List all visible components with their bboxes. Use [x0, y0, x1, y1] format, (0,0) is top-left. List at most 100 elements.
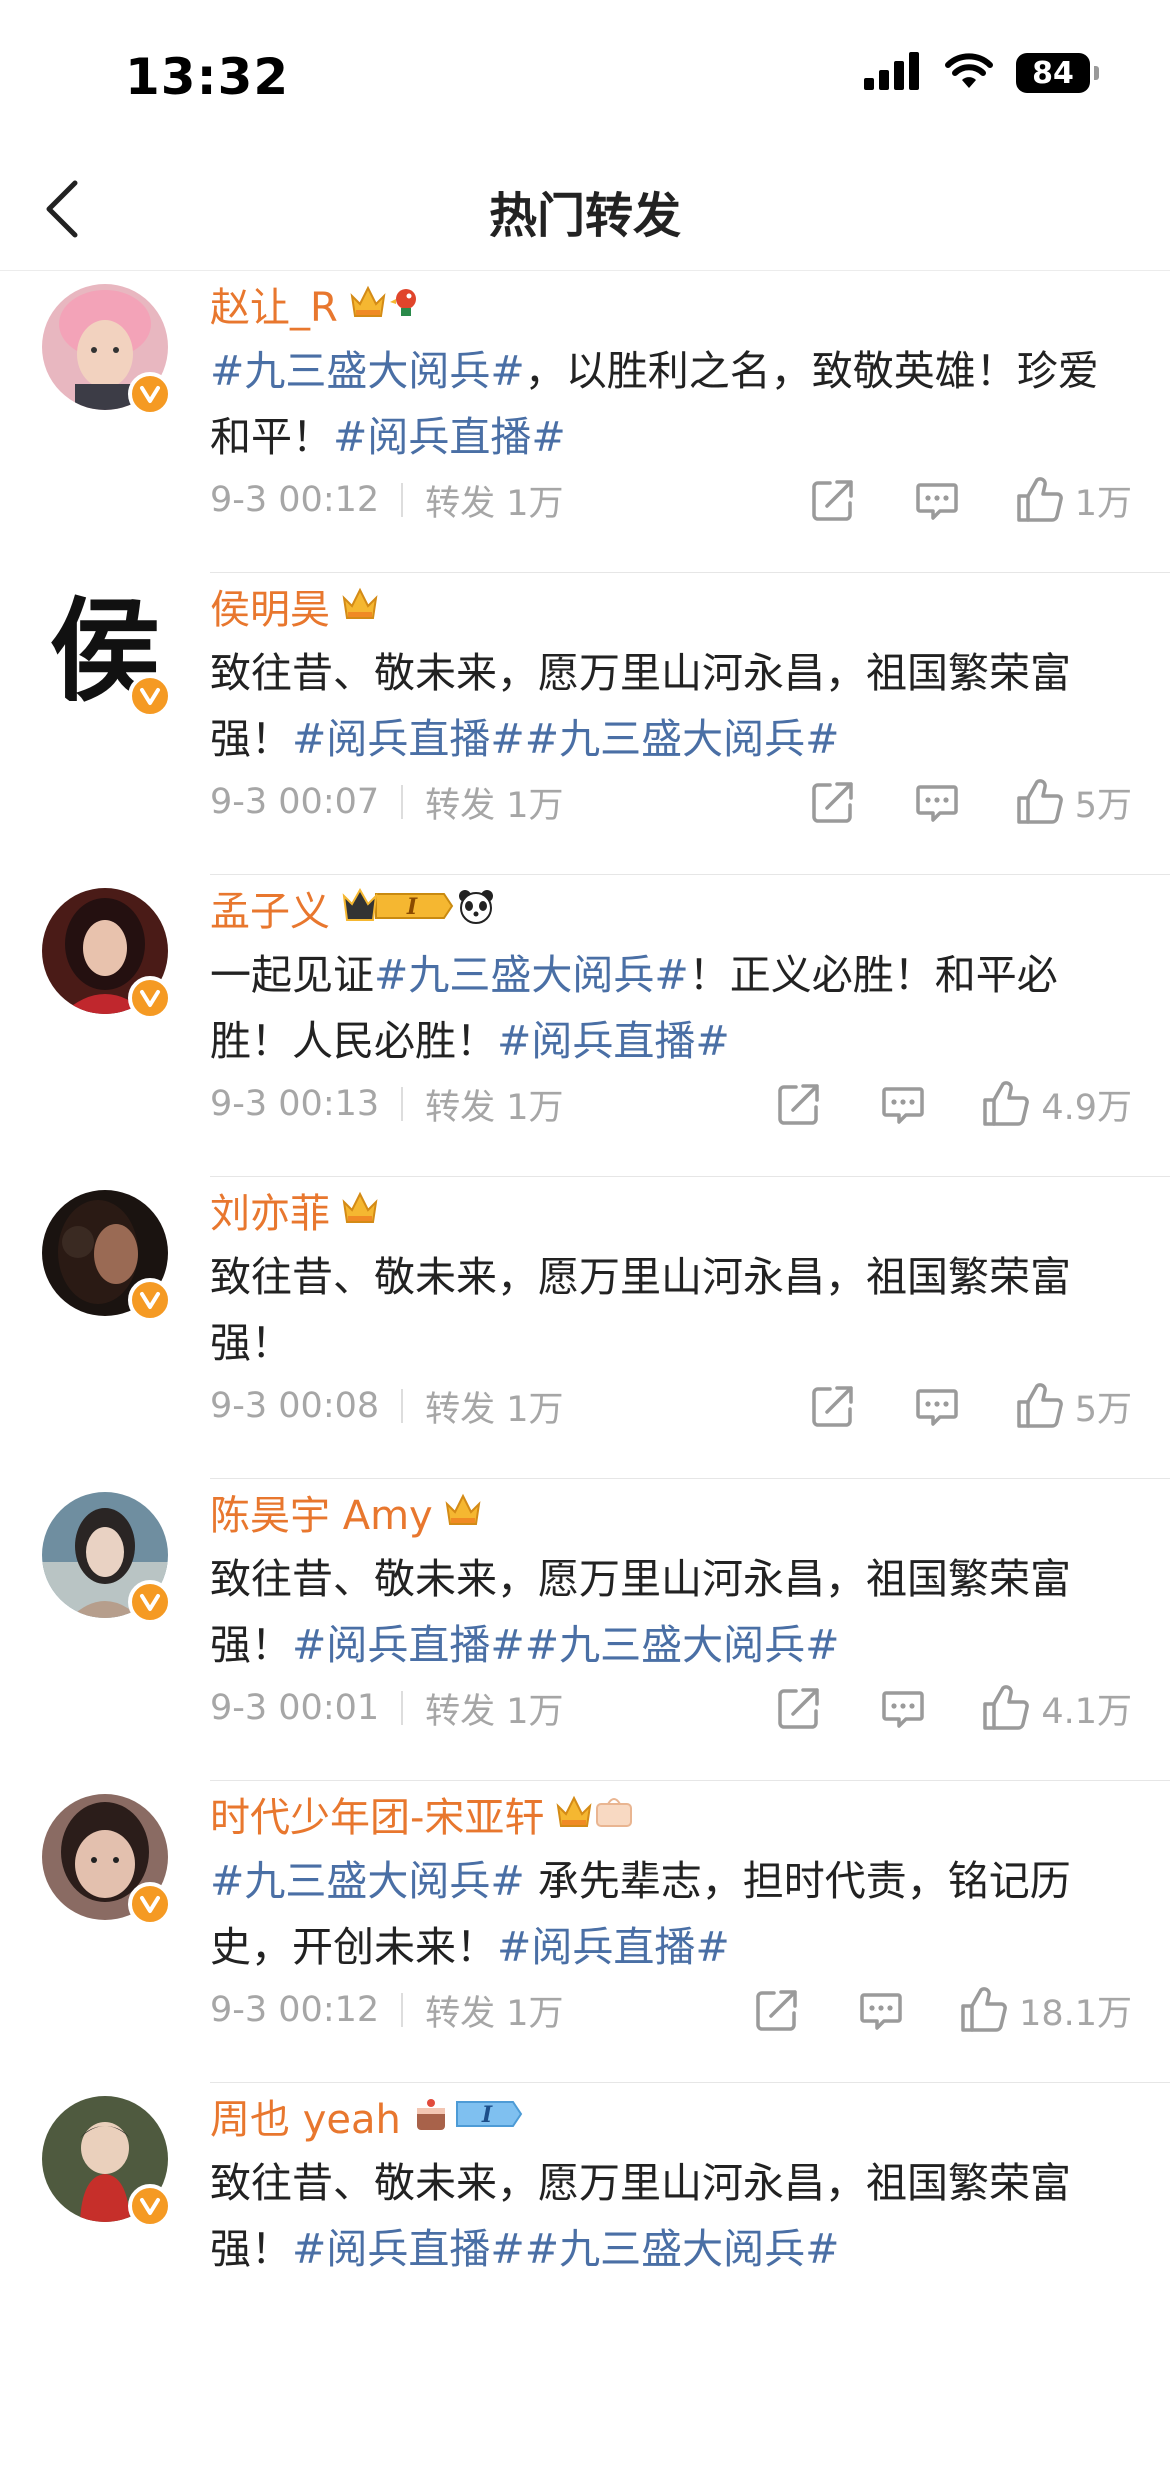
- hashtag-link[interactable]: #阅兵直播#: [497, 1923, 730, 1971]
- hashtag-link[interactable]: #阅兵直播#: [292, 2225, 525, 2273]
- hashtag-link[interactable]: #阅兵直播#: [497, 1017, 730, 1065]
- share-icon: [811, 480, 853, 521]
- status-time: 13:32: [125, 48, 290, 106]
- username[interactable]: 侯明昊: [210, 577, 330, 635]
- like-button[interactable]: 5万: [1015, 1381, 1132, 1432]
- username[interactable]: 时代少年团-宋亚轩: [210, 1785, 544, 1843]
- thumbs-up-icon: [983, 1081, 1030, 1126]
- share-button[interactable]: [751, 1984, 803, 2036]
- repost-item[interactable]: 陈昊宇 Amy 致往昔、敬未来，愿万里山河永昌，祖国繁荣富强！#阅兵直播##九三…: [0, 1478, 1170, 1780]
- comment-button[interactable]: [855, 1984, 907, 2036]
- repost-text: 致往昔、敬未来，愿万里山河永昌，祖国繁荣富强！#阅兵直播##九三盛大阅兵#: [210, 1546, 1132, 1678]
- post-actions: 18.1万: [751, 1984, 1132, 2036]
- meta-row: 9-3 00:12 转发 1万: [210, 1980, 1132, 2040]
- username[interactable]: 刘亦菲: [210, 1181, 330, 1239]
- comment-button[interactable]: [877, 1682, 929, 1734]
- verified-badge-icon: [128, 2184, 172, 2228]
- repost-item[interactable]: 赵让_R #九三盛大阅兵#，以胜利之名，致敬英雄！珍爱和平！#阅兵直播# 9-3…: [0, 270, 1170, 572]
- meta-row: 9-3 00:08 转发 1万 5万: [210, 1376, 1132, 1436]
- hashtag-link[interactable]: #阅兵直播#: [292, 1621, 525, 1669]
- nav-bar: 热门转发: [0, 150, 1170, 271]
- share-icon: [811, 1386, 853, 1427]
- share-button[interactable]: [807, 474, 859, 526]
- hashtag-link[interactable]: #九三盛大阅兵#: [525, 715, 840, 763]
- name-row: 孟子义 I: [210, 874, 1132, 940]
- repost-count: 转发 1万: [425, 1691, 564, 1732]
- comment-button[interactable]: [911, 1380, 963, 1432]
- like-button[interactable]: 5万: [1015, 777, 1132, 828]
- repost-item[interactable]: 周也 yeah I 致往昔、敬未来，愿万里山河永昌，祖国繁荣富强！#阅兵直播##…: [0, 2082, 1170, 2482]
- user-badges: [340, 1190, 380, 1230]
- text-segment: 一起见证: [210, 951, 374, 999]
- page-title: 热门转发: [488, 188, 681, 244]
- repost-text: 致往昔、敬未来，愿万里山河永昌，祖国繁荣富强！: [210, 1244, 1132, 1376]
- crown-icon: [443, 1492, 483, 1528]
- like-button[interactable]: 1万: [1015, 475, 1132, 526]
- thumbs-up-icon: [1016, 477, 1063, 522]
- repost-text: #九三盛大阅兵#，以胜利之名，致敬英雄！珍爱和平！#阅兵直播#: [210, 338, 1132, 470]
- like-button[interactable]: 4.9万: [981, 1079, 1132, 1130]
- hashtag-link[interactable]: #阅兵直播#: [333, 413, 566, 461]
- repost-item[interactable]: 刘亦菲 致往昔、敬未来，愿万里山河永昌，祖国繁荣富强！ 9-3 00:08 转发…: [0, 1176, 1170, 1478]
- post-actions: 5万: [807, 1380, 1132, 1432]
- repost-count: 转发 1万: [425, 1389, 564, 1430]
- comment-button[interactable]: [911, 776, 963, 828]
- username[interactable]: 陈昊宇 Amy: [210, 1483, 433, 1541]
- post-actions: 4.1万: [773, 1682, 1132, 1734]
- verified-badge-icon: [128, 976, 172, 1020]
- divider: [401, 1087, 404, 1121]
- verified-badge-icon: [128, 1278, 172, 1322]
- hashtag-link[interactable]: #九三盛大阅兵#: [525, 1621, 840, 1669]
- verified-badge-icon: [128, 372, 172, 416]
- repost-item[interactable]: 时代少年团-宋亚轩 #九三盛大阅兵# 承先辈志，担时代责，铭记历史，开创未来！#…: [0, 1780, 1170, 2082]
- name-row: 时代少年团-宋亚轩: [210, 1780, 1132, 1846]
- repost-text: 致往昔、敬未来，愿万里山河永昌，祖国繁荣富强！#阅兵直播##九三盛大阅兵#: [210, 640, 1132, 772]
- meta-row: 9-3 00:01 转发 1万 4.1万: [210, 1678, 1132, 1738]
- hashtag-link[interactable]: #九三盛大阅兵#: [525, 2225, 840, 2273]
- repost-text: #九三盛大阅兵# 承先辈志，担时代责，铭记历史，开创未来！#阅兵直播#: [210, 1848, 1132, 1980]
- repost-item[interactable]: 孟子义 I 一起见证#九三盛大阅兵#！正义必胜！和平必胜！人民必胜！#阅兵直播#…: [0, 874, 1170, 1176]
- name-row: 周也 yeah I: [210, 2082, 1132, 2148]
- panda-icon: [456, 886, 496, 926]
- user-badges: I: [340, 886, 496, 930]
- hashtag-link[interactable]: #九三盛大阅兵#: [210, 347, 525, 395]
- level-label: I: [406, 894, 418, 920]
- repost-item[interactable]: 侯 侯明昊 致往昔、敬未来，愿万里山河永昌，祖国繁荣富强！#阅兵直播##九三盛大…: [0, 572, 1170, 874]
- signal-icon: [864, 52, 922, 94]
- name-row: 刘亦菲: [210, 1176, 1132, 1242]
- hashtag-link[interactable]: #九三盛大阅兵#: [210, 1857, 525, 1905]
- wifi-icon: [944, 52, 994, 94]
- divider: [401, 1389, 404, 1423]
- hashtag-link[interactable]: #九三盛大阅兵#: [374, 951, 689, 999]
- verified-badge-icon: [128, 1882, 172, 1926]
- meta-row: 9-3 00:07 转发 1万 5万: [210, 772, 1132, 832]
- post-actions: 4.9万: [773, 1078, 1132, 1130]
- comment-button[interactable]: [877, 1078, 929, 1130]
- share-button[interactable]: [807, 776, 859, 828]
- share-button[interactable]: [773, 1078, 825, 1130]
- thumbs-up-icon: [1016, 779, 1063, 824]
- comment-icon: [915, 1389, 958, 1426]
- post-time: 9-3 00:12: [210, 1990, 380, 2030]
- comment-button[interactable]: [911, 474, 963, 526]
- repost-count: 转发 1万: [425, 483, 564, 524]
- share-icon: [778, 1084, 820, 1125]
- username[interactable]: 周也 yeah: [210, 2087, 401, 2145]
- name-row: 侯明昊: [210, 572, 1132, 638]
- post-time: 9-3 00:07: [210, 782, 380, 822]
- like-count: 18.1万: [1019, 1993, 1132, 2034]
- username[interactable]: 孟子义: [210, 879, 330, 937]
- username[interactable]: 赵让_R: [210, 275, 338, 333]
- like-count: 5万: [1074, 785, 1132, 826]
- crown-icon: [554, 1794, 594, 1830]
- share-button[interactable]: [807, 1380, 859, 1432]
- comment-icon: [882, 1691, 925, 1728]
- like-button[interactable]: 4.1万: [981, 1683, 1132, 1734]
- user-badges: [554, 1794, 634, 1834]
- like-button[interactable]: 18.1万: [959, 1985, 1132, 2036]
- hashtag-link[interactable]: #阅兵直播#: [292, 715, 525, 763]
- share-button[interactable]: [773, 1682, 825, 1734]
- post-time: 9-3 00:12: [210, 480, 380, 520]
- meta-row: 9-3 00:12 转发 1万: [210, 470, 1132, 530]
- share-icon: [778, 1688, 820, 1729]
